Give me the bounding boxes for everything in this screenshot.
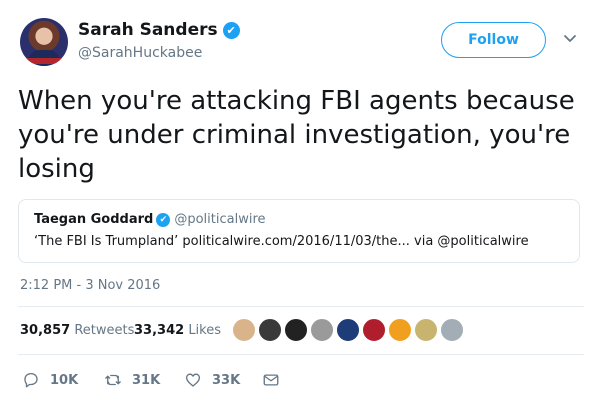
like-button[interactable]: 33K bbox=[184, 368, 240, 392]
reply-count: 10K bbox=[50, 372, 79, 388]
quoted-author-name: Taegan Goddard bbox=[34, 212, 154, 227]
retweets-stat[interactable]: 30,857 Retweets bbox=[20, 323, 134, 338]
retweet-count: 31K bbox=[132, 372, 161, 388]
liker-avatar[interactable] bbox=[440, 318, 464, 342]
heart-icon bbox=[185, 373, 201, 387]
avatar-band bbox=[20, 58, 68, 64]
retweets-label: Retweets bbox=[74, 323, 135, 338]
liker-avatar[interactable] bbox=[414, 318, 438, 342]
reply-icon bbox=[24, 372, 38, 388]
divider bbox=[18, 354, 584, 355]
liker-avatar[interactable] bbox=[232, 318, 256, 342]
author-avatar[interactable] bbox=[20, 18, 68, 66]
tweet-actions: 10K 31K 33K bbox=[18, 368, 318, 392]
likes-stat[interactable]: 33,342 Likes bbox=[134, 323, 221, 338]
likes-label: Likes bbox=[188, 323, 222, 338]
author-name[interactable]: Sarah Sanders ✔ bbox=[78, 20, 240, 40]
follow-button[interactable]: Follow bbox=[441, 22, 546, 58]
liker-avatar[interactable] bbox=[362, 318, 386, 342]
author-name-text[interactable]: Sarah Sanders bbox=[78, 20, 218, 40]
verified-badge-icon: ✔ bbox=[222, 22, 240, 39]
direct-message-button[interactable] bbox=[262, 368, 280, 392]
tweet-text: When you're attacking FBI agents because… bbox=[18, 86, 575, 184]
quoted-tweet-author: Taegan Goddard ✔ @politicalwire bbox=[34, 212, 266, 227]
like-count: 33K bbox=[212, 372, 241, 388]
tweet-timestamp[interactable]: 2:12 PM - 3 Nov 2016 bbox=[20, 278, 160, 293]
liker-avatar[interactable] bbox=[310, 318, 334, 342]
liker-avatar[interactable] bbox=[388, 318, 412, 342]
likes-count: 33,342 bbox=[134, 323, 185, 338]
author-handle[interactable]: @SarahHuckabee bbox=[78, 45, 202, 61]
quoted-tweet-text: ‘The FBI Is Trumpland’ politicalwire.com… bbox=[34, 234, 529, 249]
envelope-icon bbox=[263, 374, 279, 386]
liker-avatar[interactable] bbox=[258, 318, 282, 342]
liker-avatar[interactable] bbox=[336, 318, 360, 342]
tweet-header: Sarah Sanders ✔ @SarahHuckabee Follow bbox=[18, 16, 588, 72]
reply-button[interactable]: 10K bbox=[22, 368, 78, 392]
chevron-down-icon[interactable] bbox=[560, 28, 580, 48]
retweets-count: 30,857 bbox=[20, 323, 71, 338]
verified-badge-icon: ✔ bbox=[156, 213, 171, 227]
retweet-icon bbox=[105, 374, 121, 386]
quoted-author-handle: @politicalwire bbox=[174, 212, 266, 227]
divider bbox=[18, 306, 584, 307]
liker-avatar[interactable] bbox=[284, 318, 308, 342]
retweet-button[interactable]: 31K bbox=[104, 368, 160, 392]
quoted-tweet[interactable]: Taegan Goddard ✔ @politicalwire ‘The FBI I… bbox=[18, 199, 580, 263]
